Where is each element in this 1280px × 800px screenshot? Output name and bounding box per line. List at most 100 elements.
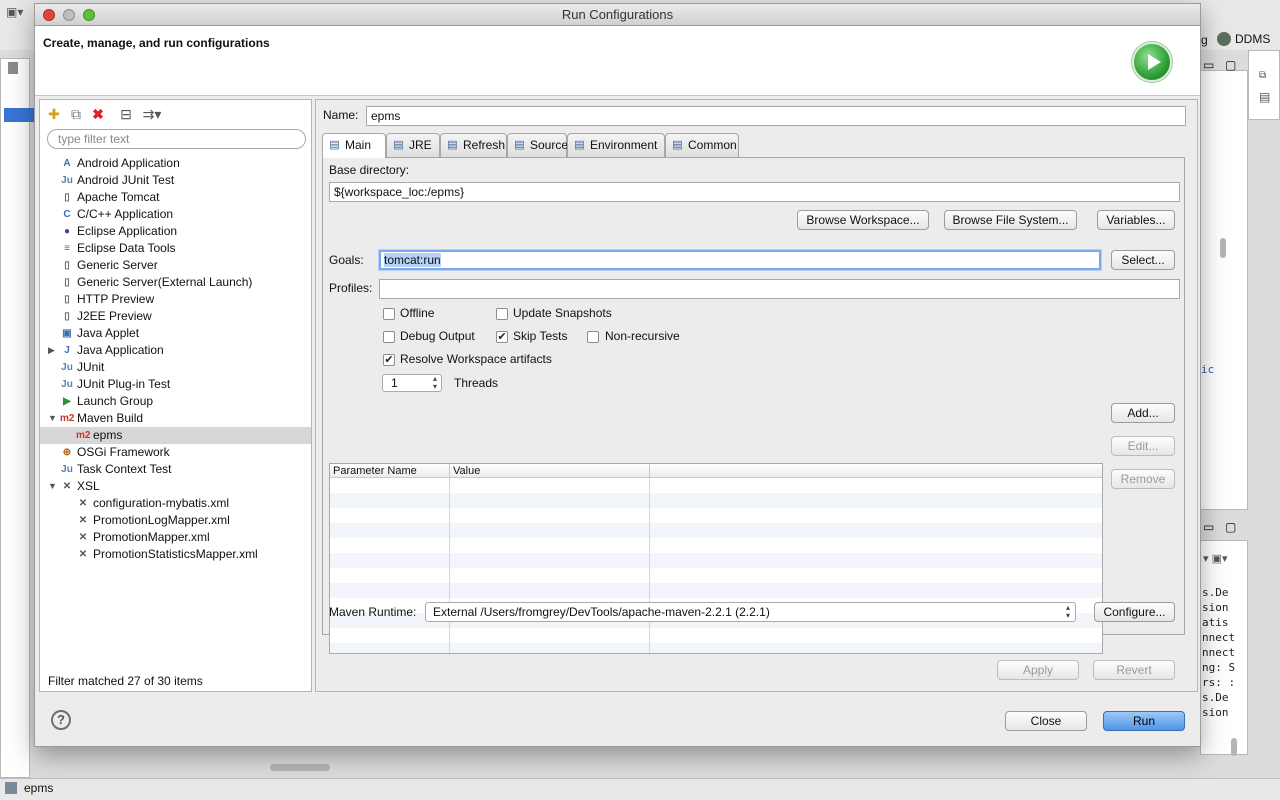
profiles-input[interactable] — [379, 279, 1180, 299]
base-directory-input[interactable]: ${workspace_loc:/epms} — [329, 182, 1180, 202]
new-launch-icon[interactable]: ▣▾ — [6, 5, 23, 19]
tree-item[interactable]: ▶ Launch Group — [40, 393, 311, 410]
tab-main[interactable]: ▤ Main — [322, 133, 386, 158]
configure-runtime-button[interactable]: Configure... — [1094, 602, 1175, 622]
console-line: sion — [1202, 601, 1229, 614]
add-parameter-button[interactable]: Add... — [1111, 403, 1175, 423]
tree-item[interactable]: ✕ configuration-mybatis.xml — [40, 495, 311, 512]
goals-value: tomcat:run — [384, 253, 441, 267]
collapse-arrow-icon[interactable]: ▼ — [48, 478, 57, 495]
update-snapshots-checkbox[interactable] — [496, 308, 508, 320]
view-minimize-icon[interactable]: ▭ — [1203, 58, 1214, 72]
select-goals-button[interactable]: Select... — [1111, 250, 1175, 270]
filter-input[interactable]: type filter text — [47, 129, 306, 149]
console-toolbar-icon[interactable]: ▾ ▣▾ — [1203, 552, 1228, 565]
debug-output-checkbox[interactable] — [383, 331, 395, 343]
editor-hscrollbar[interactable] — [270, 764, 330, 771]
tree-item[interactable]: Ju JUnit — [40, 359, 311, 376]
table-row[interactable] — [330, 478, 1102, 493]
tree-item[interactable]: ▼ ✕ XSL — [40, 478, 311, 495]
help-icon[interactable]: ? — [51, 710, 71, 730]
tree-item[interactable]: A Android Application — [40, 155, 311, 172]
revert-button[interactable]: Revert — [1093, 660, 1175, 680]
console-maximize-icon[interactable]: ▢ — [1225, 520, 1236, 534]
tree-item[interactable]: ✕ PromotionMapper.xml — [40, 529, 311, 546]
browse-file-system-button[interactable]: Browse File System... — [944, 210, 1077, 230]
tab-source[interactable]: ▤ Source — [507, 133, 568, 157]
console-scrollbar[interactable] — [1231, 738, 1237, 756]
offline-checkbox[interactable] — [383, 308, 395, 320]
view-maximize-icon[interactable]: ▢ — [1225, 58, 1236, 72]
spinner-arrows-icon: ▴ ▾ — [432, 374, 437, 391]
minimize-window-button[interactable] — [63, 9, 75, 21]
table-row[interactable] — [330, 493, 1102, 508]
tree-item[interactable]: ≡ Eclipse Data Tools — [40, 240, 311, 257]
tree-item[interactable]: ⊕ OSGi Framework — [40, 444, 311, 461]
variables-button[interactable]: Variables... — [1097, 210, 1175, 230]
tree-item[interactable]: ▯ Generic Server — [40, 257, 311, 274]
tree-item[interactable]: Ju Task Context Test — [40, 461, 311, 478]
maven-runtime-select[interactable]: External /Users/fromgrey/DevTools/apache… — [425, 602, 1076, 622]
tree-item[interactable]: ✕ PromotionStatisticsMapper.xml — [40, 546, 311, 563]
resolve-workspace-checkbox[interactable]: ✔ — [383, 354, 395, 366]
collapse-arrow-icon[interactable]: ▼ — [48, 410, 57, 427]
edit-parameter-button[interactable]: Edit... — [1111, 436, 1175, 456]
param-value-header[interactable]: Value — [450, 464, 650, 478]
tree-item[interactable]: Ju JUnit Plug-in Test — [40, 376, 311, 393]
goals-input[interactable]: tomcat:run — [379, 250, 1101, 270]
browse-workspace-button[interactable]: Browse Workspace... — [797, 210, 929, 230]
duplicate-configuration-icon[interactable]: ⧉ — [68, 106, 84, 122]
tree-item[interactable]: C C/C++ Application — [40, 206, 311, 223]
filter-menu-icon[interactable]: ⇉▾ — [140, 106, 164, 122]
skip-tests-checkbox[interactable]: ✔ — [496, 331, 508, 343]
tree-item[interactable]: ▶ J Java Application — [40, 342, 311, 359]
tree-item[interactable]: ▼ m2 Maven Build — [40, 410, 311, 427]
tree-item-label: Launch Group — [77, 394, 154, 408]
tab-refresh[interactable]: ▤ Refresh — [440, 133, 507, 157]
perspective-prev-label[interactable]: g — [1201, 33, 1208, 47]
apply-button[interactable]: Apply — [997, 660, 1079, 680]
table-row[interactable] — [330, 643, 1102, 653]
name-input[interactable]: epms — [366, 106, 1186, 126]
tree-item[interactable]: ✕ PromotionLogMapper.xml — [40, 512, 311, 529]
table-row[interactable] — [330, 583, 1102, 598]
run-button[interactable]: Run — [1103, 711, 1185, 731]
tree-item[interactable]: m2 epms — [40, 427, 311, 444]
expand-arrow-icon[interactable]: ▶ — [48, 342, 55, 359]
restore-icon[interactable]: ⧉ — [1259, 70, 1266, 81]
tree-item[interactable]: ▣ Java Applet — [40, 325, 311, 342]
tree-item[interactable]: Ju Android JUnit Test — [40, 172, 311, 189]
task-list-icon[interactable]: ▤ — [1259, 90, 1270, 104]
table-row[interactable] — [330, 538, 1102, 553]
table-row[interactable] — [330, 553, 1102, 568]
debug-output-label: Debug Output — [400, 329, 475, 343]
collapse-all-icon[interactable]: ⊟ — [118, 106, 134, 122]
tab-environment[interactable]: ▤ Environment — [567, 133, 665, 157]
maven-runtime-label: Maven Runtime: — [329, 605, 417, 619]
table-row[interactable] — [330, 628, 1102, 643]
close-window-button[interactable] — [43, 9, 55, 21]
editor-scrollbar[interactable] — [1220, 238, 1226, 258]
table-row[interactable] — [330, 523, 1102, 538]
threads-spinner[interactable]: 1 ▴ ▾ — [382, 374, 442, 392]
param-name-header[interactable]: Parameter Name — [330, 464, 450, 478]
tree-item[interactable]: ▯ Apache Tomcat — [40, 189, 311, 206]
perspective-ddms[interactable]: DDMS — [1235, 32, 1270, 46]
table-row[interactable] — [330, 568, 1102, 583]
parameters-table[interactable]: Parameter Name Value — [329, 463, 1103, 654]
non-recursive-checkbox[interactable] — [587, 331, 599, 343]
remove-parameter-button[interactable]: Remove — [1111, 469, 1175, 489]
tree-item[interactable]: ▯ J2EE Preview — [40, 308, 311, 325]
new-configuration-icon[interactable]: ✚ — [46, 106, 62, 122]
tree-item[interactable]: ▯ HTTP Preview — [40, 291, 311, 308]
tree-item[interactable]: ▯ Generic Server(External Launch) — [40, 274, 311, 291]
zoom-window-button[interactable] — [83, 9, 95, 21]
tab-common[interactable]: ▤ Common — [665, 133, 739, 157]
goals-label: Goals: — [329, 253, 364, 267]
tab-jre[interactable]: ▤ JRE — [386, 133, 440, 157]
delete-configuration-icon[interactable]: ✖ — [90, 106, 106, 122]
console-minimize-icon[interactable]: ▭ — [1203, 520, 1214, 534]
close-button[interactable]: Close — [1005, 711, 1087, 731]
table-row[interactable] — [330, 508, 1102, 523]
tree-item[interactable]: ● Eclipse Application — [40, 223, 311, 240]
